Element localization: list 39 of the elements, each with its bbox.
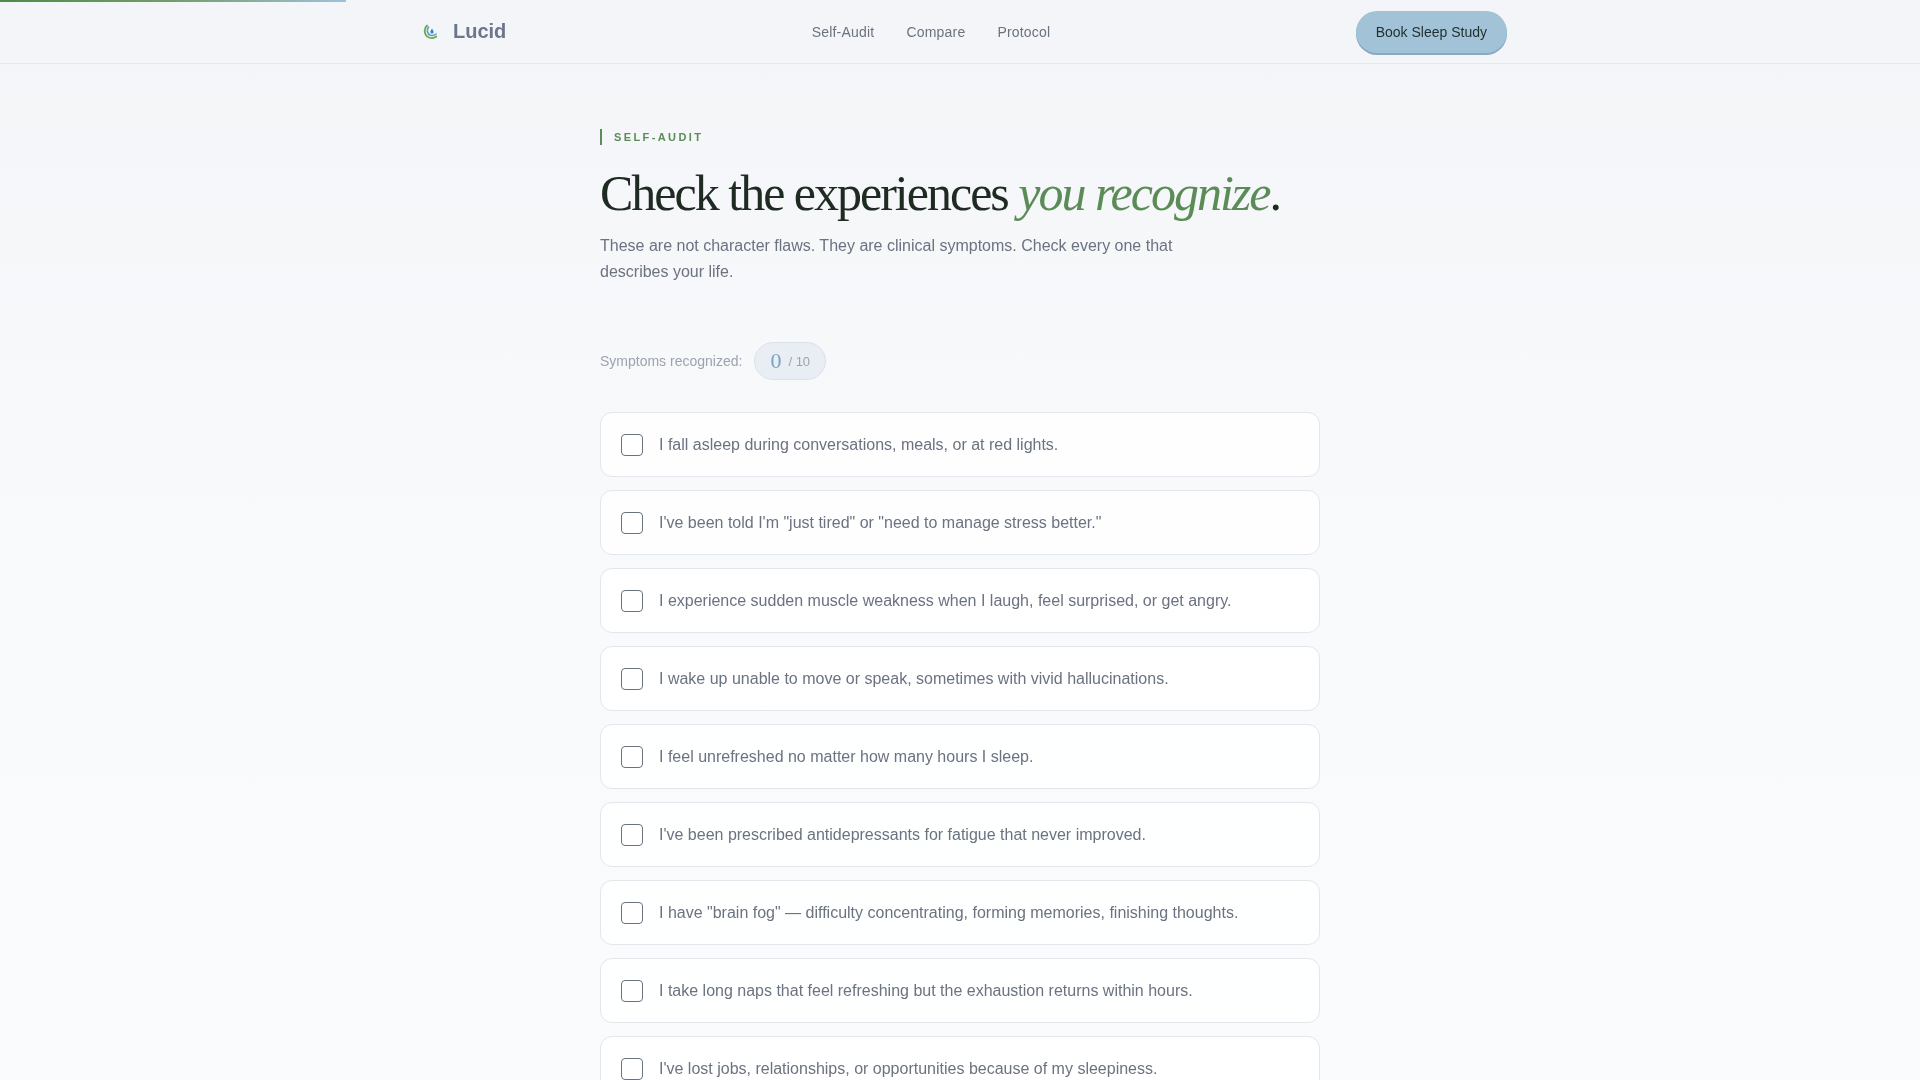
symptom-text: I wake up unable to move or speak, sometimes with vivid hallucinations. (659, 669, 1169, 688)
brand-name[interactable]: Lucid (453, 20, 507, 43)
nav-link[interactable]: Self-Audit (811, 23, 875, 40)
book-study-button[interactable]: Book Sleep Study (1355, 10, 1507, 53)
crescent-drop-icon (423, 23, 437, 40)
symptom-text: I've been prescribed antidepressants for fatigue that never improved. (659, 825, 1146, 844)
symptom-text: I've lost jobs, relationships, or opportunities because of my sleepiness. (659, 1059, 1158, 1078)
symptom-option[interactable]: I experience sudden muscle weakness when I laugh, feel surprised, or get angry. (600, 568, 1320, 633)
checkbox[interactable] (621, 823, 643, 846)
page-description: These are not character flaws. They are clinical symptoms. Check every one that describes your life. (600, 236, 1174, 282)
symptom-option[interactable]: I fall asleep during conversations, meals, or at red lights. (600, 412, 1320, 477)
nav-link[interactable]: Protocol (997, 23, 1051, 40)
symptom-text: I fall asleep during conversations, meals, or at red lights. (659, 435, 1059, 454)
checkbox[interactable] (621, 511, 643, 534)
count-value: 0 (770, 348, 782, 374)
checkbox[interactable] (621, 745, 643, 768)
symptom-option[interactable]: I've been prescribed antidepressants for fatigue that never improved. (600, 802, 1320, 867)
count-total: / 10 (788, 353, 811, 369)
checkbox[interactable] (621, 979, 643, 1002)
symptom-text: I've been told I'm "just tired" or "need to manage stress better." (659, 513, 1102, 532)
symptom-text: I have "brain fog" — difficulty concentrating, forming memories, finishing thoughts. (659, 903, 1239, 922)
symptom-option[interactable]: I take long naps that feel refreshing but the exhaustion returns within hours. (600, 958, 1320, 1023)
section-eyebrow: SELF-AUDIT (600, 129, 704, 145)
page-heading: Check the experiences you recognize. (600, 164, 1281, 223)
checkbox[interactable] (621, 1057, 643, 1080)
symptom-text: I experience sudden muscle weakness when I laugh, feel surprised, or get angry. (659, 591, 1232, 610)
symptom-option[interactable]: I feel unrefreshed no matter how many hours I sleep. (600, 724, 1320, 789)
symptom-option[interactable]: I've lost jobs, relationships, or opportunities because of my sleepiness. (600, 1036, 1320, 1080)
nav-link[interactable]: Compare (906, 23, 966, 40)
symptom-option[interactable]: I wake up unable to move or speak, sometimes with vivid hallucinations. (600, 646, 1320, 711)
symptom-text: I feel unrefreshed no matter how many hours I sleep. (659, 747, 1034, 766)
symptom-option[interactable]: I've been told I'm "just tired" or "need to manage stress better." (600, 490, 1320, 555)
counter-label: Symptoms recognized: (600, 353, 743, 369)
checkbox[interactable] (621, 433, 643, 456)
symptom-text: I take long naps that feel refreshing but the exhaustion returns within hours. (659, 981, 1193, 1000)
checkbox[interactable] (621, 589, 643, 612)
checkbox[interactable] (621, 667, 643, 690)
symptom-option[interactable]: I have "brain fog" — difficulty concentrating, forming memories, finishing thoughts. (600, 880, 1320, 945)
checkbox[interactable] (621, 901, 643, 924)
